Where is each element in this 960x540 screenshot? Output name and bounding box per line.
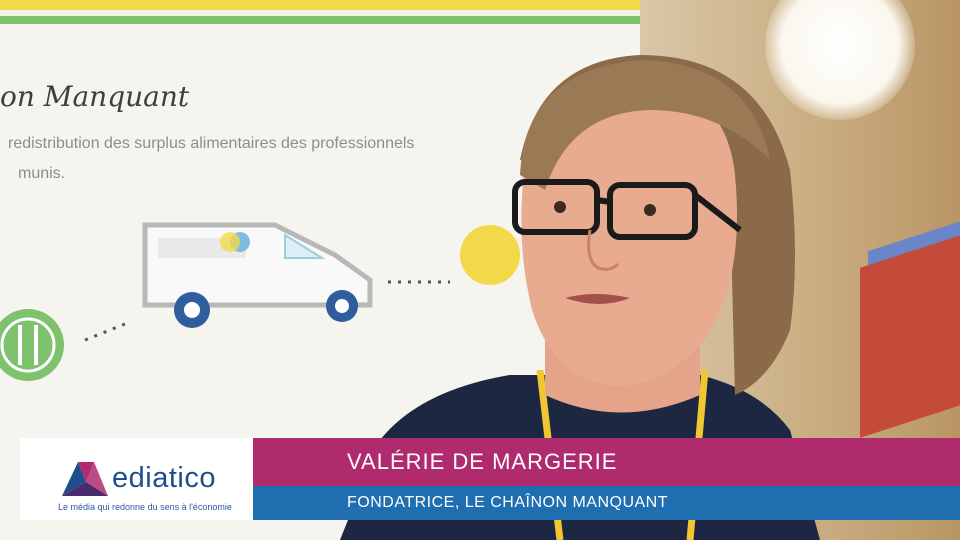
mediatico-logo: ediatico Le média qui redonne du sens à …	[20, 438, 253, 520]
lower-third: ediatico Le média qui redonne du sens à …	[0, 438, 960, 520]
name-bar: VALÉRIE DE MARGERIE	[253, 438, 960, 486]
speaker-role: FONDATRICE, LE CHAÎNON MANQUANT	[347, 494, 668, 511]
role-bar: FONDATRICE, LE CHAÎNON MANQUANT	[253, 486, 960, 520]
brand-tagline: Le média qui redonne du sens à l'économi…	[58, 502, 232, 512]
speaker-name: VALÉRIE DE MARGERIE	[347, 449, 618, 474]
mediatico-logo-mark	[62, 462, 108, 496]
brand-name: ediatico	[112, 462, 216, 494]
